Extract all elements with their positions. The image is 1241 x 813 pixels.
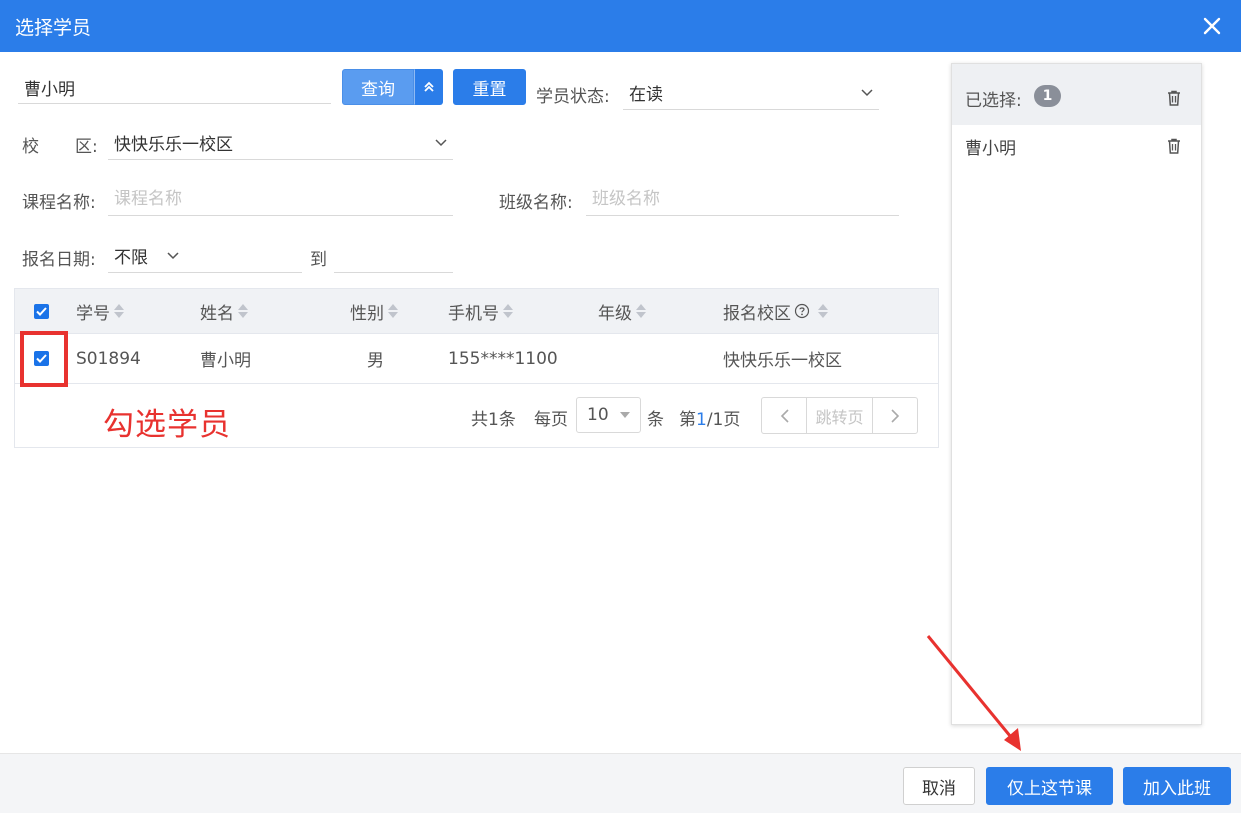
prev-page-button[interactable] [762, 398, 807, 433]
reset-button-label: 重置 [472, 79, 507, 100]
pagination-per-page-label: 每页 [534, 410, 568, 430]
student-status-value: 在读 [629, 85, 663, 105]
annotation-highlight-box [20, 331, 68, 387]
sort-icon [114, 304, 124, 318]
enroll-date-range-select[interactable]: 不限 [108, 239, 185, 273]
cell-campus: 快快乐乐一校区 [723, 351, 842, 371]
enroll-date-label: 报名日期: [22, 250, 96, 270]
cell-student-name: 曹小明 [200, 351, 251, 371]
annotation-arrow [926, 635, 1021, 751]
campus-label-part1: 校 [22, 137, 39, 157]
column-header-phone[interactable]: 手机号 [448, 289, 513, 333]
next-page-button[interactable] [872, 398, 917, 433]
course-name-input[interactable] [108, 182, 453, 216]
table-header: 学号 姓名 性别 手机号 年级 报名校区 [15, 289, 938, 334]
column-header-grade[interactable]: 年级 [598, 289, 646, 333]
selected-item-label: 曹小明 [965, 139, 1016, 159]
query-button[interactable]: 查询 [342, 69, 414, 105]
collapse-toggle-button[interactable] [414, 69, 443, 105]
selected-students-panel: 已选择: 1 曹小明 [951, 63, 1202, 725]
enroll-date-start-input[interactable] [185, 239, 302, 273]
dialog-footer: 取消 仅上这节课 加入此班 [0, 753, 1241, 813]
column-header-name[interactable]: 姓名 [200, 289, 248, 333]
chevron-down-icon [435, 138, 447, 146]
sort-icon [503, 304, 513, 318]
sort-icon [818, 304, 828, 318]
trash-icon[interactable] [1167, 90, 1181, 106]
chevron-right-icon [890, 408, 899, 423]
page-size-select[interactable]: 10 [576, 397, 641, 433]
join-class-button[interactable]: 加入此班 [1123, 767, 1231, 805]
column-header-campus[interactable]: 报名校区 [723, 289, 828, 333]
cell-gender: 男 [367, 351, 384, 371]
column-header-id[interactable]: 学号 [76, 289, 124, 333]
caret-down-icon [620, 412, 630, 418]
campus-label-part2: 区: [75, 137, 98, 157]
column-header-gender[interactable]: 性别 [350, 289, 398, 333]
cell-student-id: S01894 [76, 348, 141, 369]
jump-page-input[interactable]: 跳转页 [807, 398, 872, 433]
class-name-input[interactable] [586, 182, 899, 216]
student-status-label: 学员状态: [536, 87, 610, 107]
student-status-select[interactable]: 在读 [623, 76, 879, 110]
pagination-total: 共1条 [471, 410, 516, 430]
course-name-label: 课程名称: [22, 193, 96, 213]
pagination-page-indicator: 第1/1页 [679, 410, 741, 430]
campus-value: 快快乐乐一校区 [114, 135, 233, 155]
cancel-button[interactable]: 取消 [903, 767, 975, 805]
table-row[interactable]: S01894 曹小明 男 155****1100 快快乐乐一校区 [15, 334, 938, 384]
student-name-input[interactable] [18, 71, 331, 104]
campus-select[interactable]: 快快乐乐一校区 [108, 126, 453, 160]
date-to-label: 到 [310, 250, 327, 270]
pagination-controls: 跳转页 [761, 397, 918, 434]
cell-phone: 155****1100 [448, 348, 558, 369]
close-icon[interactable] [1195, 9, 1229, 43]
annotation-text: 勾选学员 [103, 407, 231, 443]
enroll-date-end-input[interactable] [334, 239, 453, 273]
enroll-date-range-value: 不限 [114, 248, 148, 268]
help-icon[interactable] [794, 303, 810, 319]
double-chevron-up-icon [423, 81, 434, 92]
reset-button[interactable]: 重置 [453, 69, 526, 105]
selected-label: 已选择: [965, 91, 1022, 111]
trash-icon[interactable] [1167, 138, 1181, 154]
chevron-down-icon [861, 88, 873, 96]
selected-count-badge: 1 [1034, 85, 1061, 107]
query-button-label: 查询 [361, 79, 395, 100]
chevron-down-icon [167, 251, 179, 259]
pagination-per-page-unit: 条 [647, 410, 664, 430]
dialog-titlebar: 选择学员 [0, 0, 1241, 52]
dialog-title: 选择学员 [15, 17, 92, 39]
select-all-checkbox[interactable] [34, 289, 49, 333]
this-lesson-only-button[interactable]: 仅上这节课 [986, 767, 1113, 805]
class-name-label: 班级名称: [499, 193, 573, 213]
selected-panel-header: 已选择: 1 [952, 64, 1201, 125]
sort-icon [388, 304, 398, 318]
page-size-value: 10 [587, 405, 609, 425]
sort-icon [636, 304, 646, 318]
sort-icon [238, 304, 248, 318]
chevron-left-icon [780, 408, 789, 423]
